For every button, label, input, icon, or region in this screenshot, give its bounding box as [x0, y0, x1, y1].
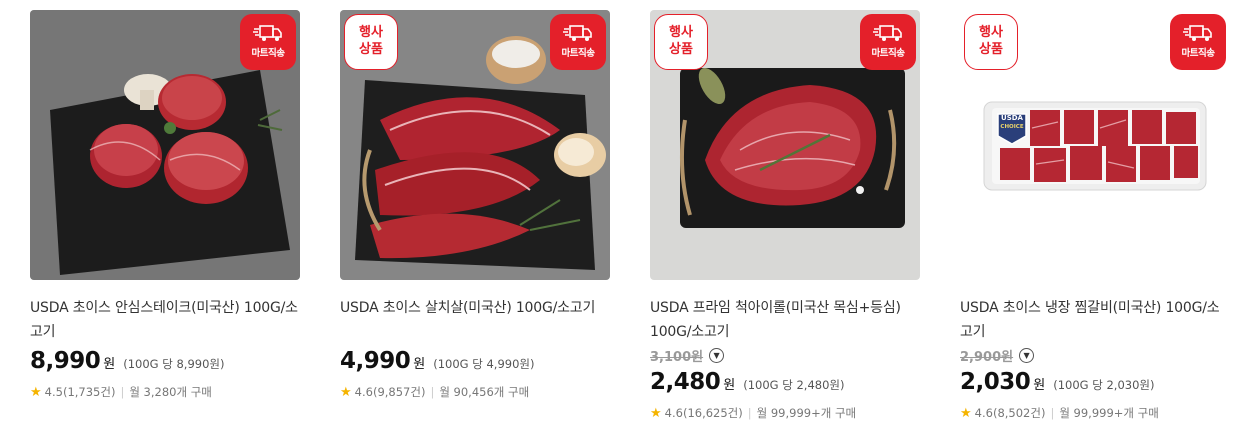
sale-price: 2,480: [650, 369, 721, 395]
event-badge-line: 상품: [979, 42, 1003, 57]
event-badge-line: 행사: [979, 25, 1003, 40]
divider: |: [747, 406, 752, 420]
mart-badge-label: 마트직송: [251, 48, 285, 59]
product-card[interactable]: USDA CHOICE 행사 상품 마트직송 USDA 초이스 냉장 찜갈비(미…: [960, 10, 1232, 421]
event-badge: 행사 상품: [654, 14, 708, 70]
original-price-row: 2,900원 ▼: [960, 346, 1232, 365]
product-name[interactable]: USDA 초이스 냉장 찜갈비(미국산) 100G/소고기: [960, 296, 1232, 344]
product-grid: 마트직송 USDA 초이스 안심스테이크(미국산) 100G/소고기 8,990…: [0, 0, 1254, 446]
event-badge-line: 행사: [669, 25, 693, 40]
unit-price: (100G 당 2,480원): [743, 378, 845, 392]
unit-price: (100G 당 8,990원): [123, 357, 225, 371]
event-badge-line: 행사: [359, 25, 383, 40]
rating-value: 4.5: [44, 385, 63, 399]
original-price: 3,100원: [650, 350, 704, 365]
product-card[interactable]: 행사 상품 마트직송 USDA 프라임 척아이롤(미국산 목심+등심) 100G…: [650, 10, 922, 421]
mart-delivery-badge: 마트직송: [860, 14, 916, 70]
currency-label: 원: [413, 357, 426, 372]
rating-value: 4.6: [354, 385, 373, 399]
logo-line: USDA: [1001, 114, 1023, 122]
product-image[interactable]: 마트직송: [30, 10, 300, 280]
mart-delivery-badge: 마트직송: [550, 14, 606, 70]
sale-price: 2,030: [960, 369, 1031, 395]
mart-delivery-badge: 마트직송: [1170, 14, 1226, 70]
currency-label: 원: [1033, 378, 1046, 393]
currency-label: 원: [103, 357, 116, 372]
mart-delivery-badge: 마트직송: [240, 14, 296, 70]
event-badge-line: 상품: [669, 42, 693, 57]
divider: |: [430, 385, 435, 399]
star-icon: ★: [340, 384, 352, 400]
event-badge: 행사 상품: [344, 14, 398, 70]
product-name[interactable]: USDA 초이스 안심스테이크(미국산) 100G/소고기: [30, 296, 302, 344]
chevron-down-icon[interactable]: ▼: [1019, 348, 1035, 363]
mart-badge-label: 마트직송: [561, 48, 595, 59]
product-name[interactable]: USDA 프라임 척아이롤(미국산 목심+등심) 100G/소고기: [650, 296, 922, 344]
monthly-purchases: 월 90,456개 구매: [439, 385, 530, 399]
usda-choice-logo: USDA CHOICE: [997, 114, 1027, 132]
sale-price: 8,990: [30, 348, 101, 374]
chevron-down-icon[interactable]: ▼: [709, 348, 725, 363]
rating-value: 4.6: [664, 406, 683, 420]
product-card[interactable]: 행사 상품 마트직송 USDA 초이스 살치살(미국산) 100G/소고기 4,…: [340, 10, 612, 400]
mart-badge-label: 마트직송: [1181, 48, 1215, 59]
star-icon: ★: [960, 405, 972, 421]
star-icon: ★: [650, 405, 662, 421]
review-meta: ★ 4.5 (1,735건) | 월 3,280개 구매: [30, 384, 302, 400]
review-count: (16,625건): [682, 406, 743, 420]
event-badge: 행사 상품: [964, 14, 1018, 70]
review-count: (9,857건): [372, 385, 426, 399]
logo-line: CHOICE: [1000, 124, 1024, 130]
monthly-purchases: 월 3,280개 구매: [129, 385, 212, 399]
divider: |: [120, 385, 125, 399]
original-price: 2,900원: [960, 350, 1014, 365]
product-image[interactable]: 행사 상품 마트직송: [340, 10, 610, 280]
product-image[interactable]: 행사 상품 마트직송: [650, 10, 920, 280]
review-count: (1,735건): [62, 385, 116, 399]
star-icon: ★: [30, 384, 42, 400]
truck-icon: [563, 25, 592, 41]
product-image[interactable]: USDA CHOICE 행사 상품 마트직송: [960, 10, 1230, 280]
price-row: 4,990 원 (100G 당 4,990원): [340, 348, 612, 374]
monthly-purchases: 월 99,999+개 구매: [756, 406, 857, 420]
review-meta: ★ 4.6 (8,502건) | 월 99,999+개 구매: [960, 405, 1232, 421]
original-price-row: 3,100원 ▼: [650, 346, 922, 365]
event-badge-line: 상품: [359, 42, 383, 57]
review-meta: ★ 4.6 (9,857건) | 월 90,456개 구매: [340, 384, 612, 400]
product-name[interactable]: USDA 초이스 살치살(미국산) 100G/소고기: [340, 296, 612, 320]
unit-price: (100G 당 2,030원): [1053, 378, 1155, 392]
divider: |: [1050, 406, 1055, 420]
truck-icon: [253, 25, 282, 41]
mart-badge-label: 마트직송: [871, 48, 905, 59]
truck-icon: [873, 25, 902, 41]
currency-label: 원: [723, 378, 736, 393]
product-card[interactable]: 마트직송 USDA 초이스 안심스테이크(미국산) 100G/소고기 8,990…: [30, 10, 302, 400]
truck-icon: [1183, 25, 1212, 41]
unit-price: (100G 당 4,990원): [433, 357, 535, 371]
sale-price: 4,990: [340, 348, 411, 374]
review-count: (8,502건): [992, 406, 1046, 420]
monthly-purchases: 월 99,999+개 구매: [1059, 406, 1159, 420]
rating-value: 4.6: [974, 406, 993, 420]
price-row: 2,480 원 (100G 당 2,480원): [650, 369, 922, 395]
price-row: 2,030 원 (100G 당 2,030원): [960, 369, 1232, 395]
price-row: 8,990 원 (100G 당 8,990원): [30, 348, 302, 374]
review-meta: ★ 4.6 (16,625건) | 월 99,999+개 구매: [650, 405, 922, 421]
